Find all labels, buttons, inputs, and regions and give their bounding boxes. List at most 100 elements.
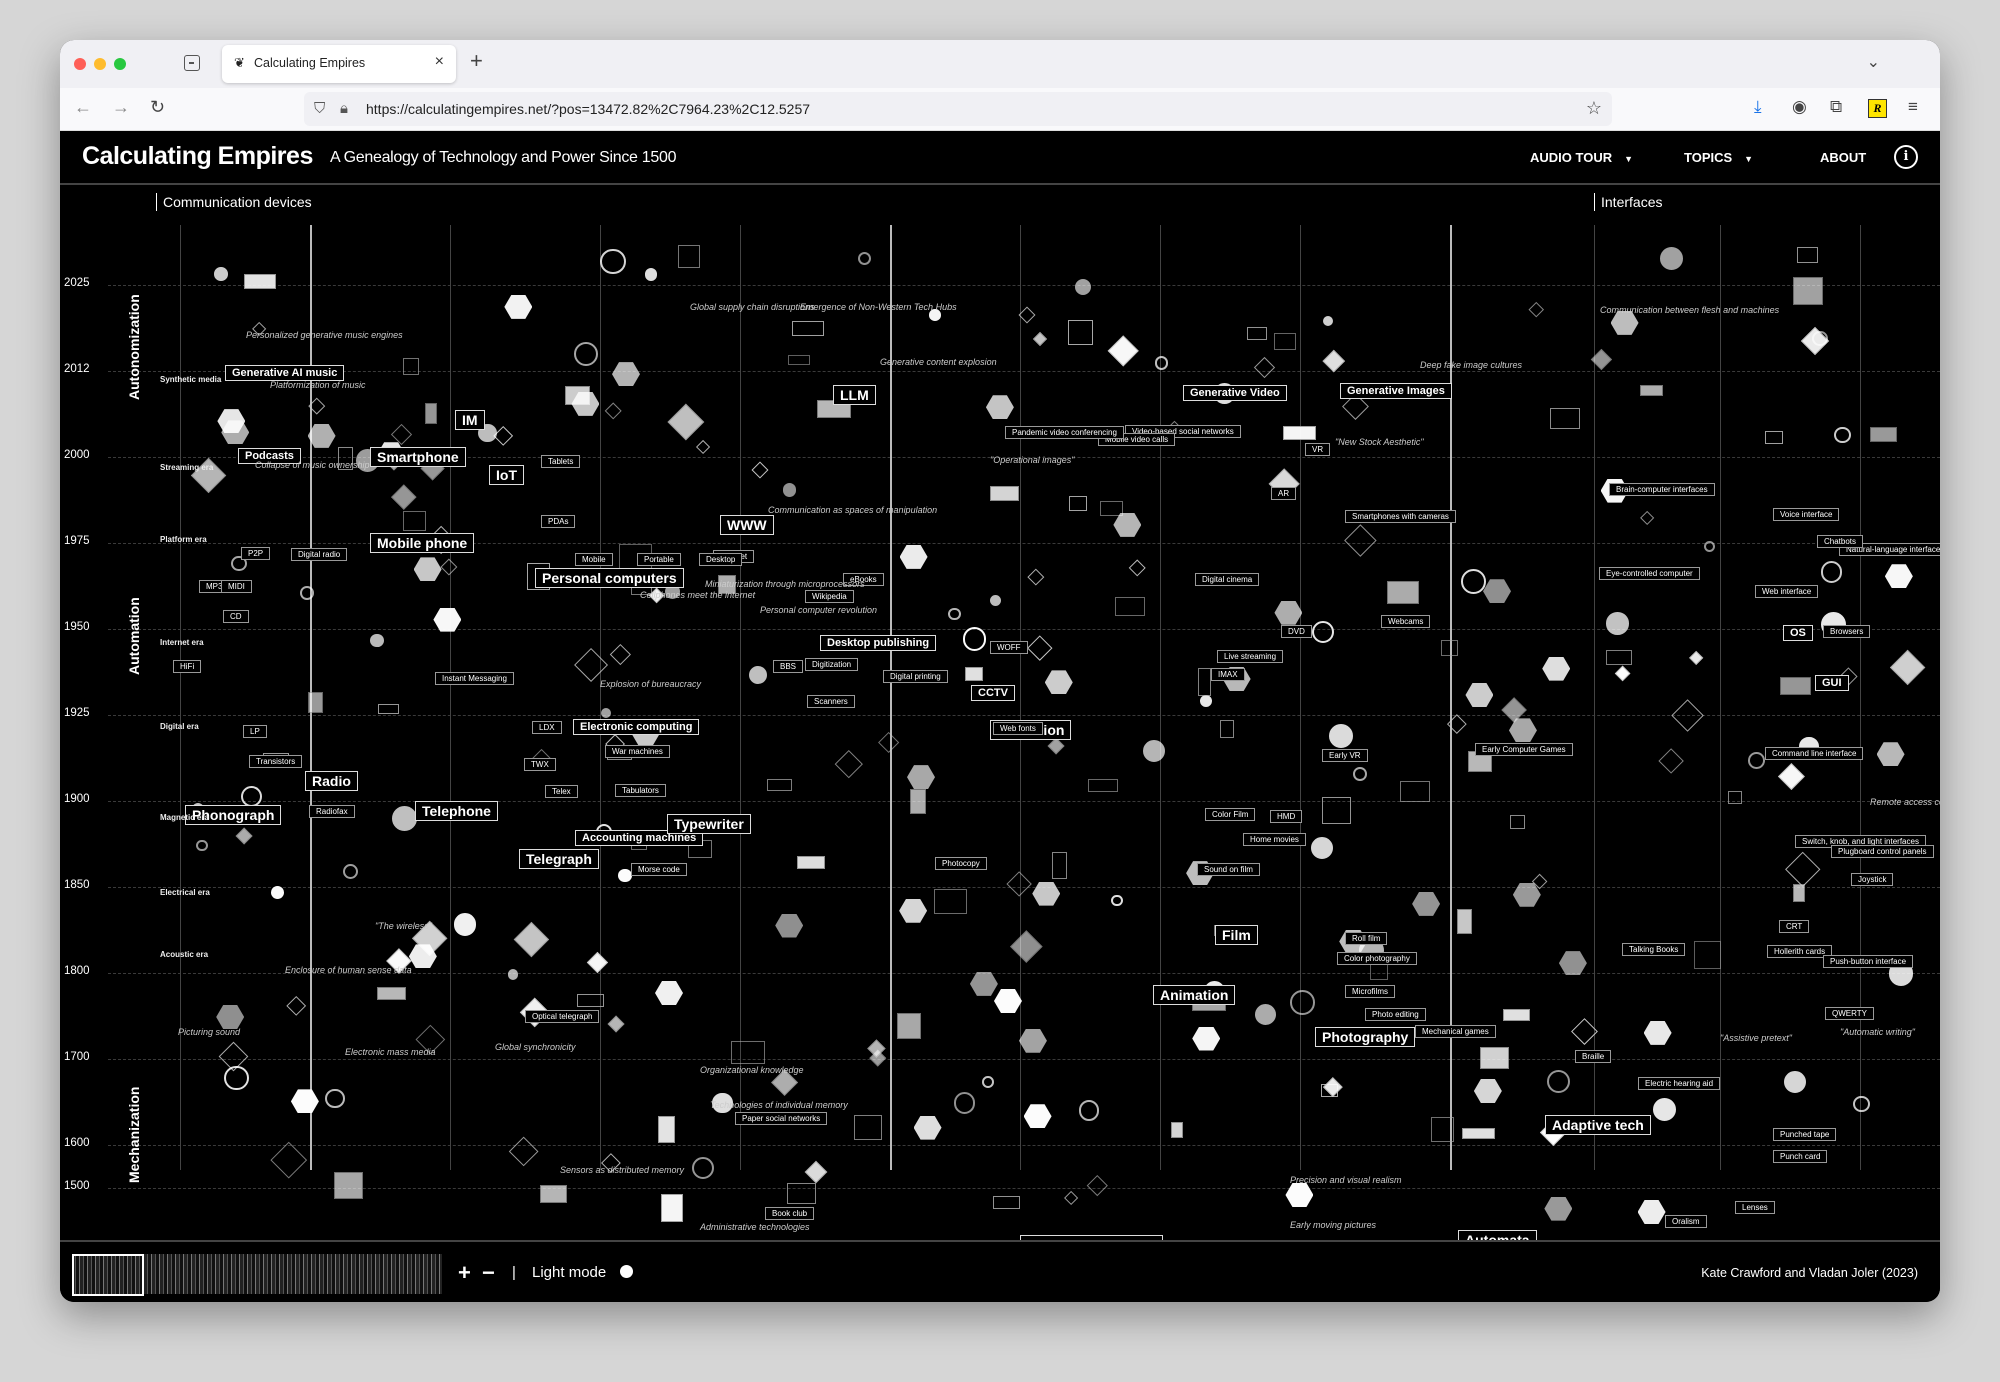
map-node-braille[interactable]: Braille <box>1575 1050 1612 1063</box>
map-node-war-machines[interactable]: War machines <box>605 745 670 758</box>
map-node-push-button-interface[interactable]: Push-button interface <box>1823 955 1914 968</box>
menu-topics[interactable]: TOPICS ▼ <box>1684 150 1753 165</box>
reload-icon[interactable]: ↻ <box>150 97 165 118</box>
map-node-generative-images[interactable]: Generative Images <box>1340 383 1452 399</box>
map-node-generative-ai-music[interactable]: Generative AI music <box>225 365 345 381</box>
map-node-pandemic-video-conferencing[interactable]: Pandemic video conferencing <box>1005 426 1124 439</box>
map-node-desktop-publishing[interactable]: Desktop publishing <box>820 635 937 651</box>
era-mechanization[interactable]: Mechanization <box>126 1087 142 1183</box>
map-node-telegraph[interactable]: Telegraph <box>519 849 599 869</box>
map-node-book-club[interactable]: Book club <box>765 1207 815 1220</box>
section-communication-devices[interactable]: Communication devices <box>156 193 312 211</box>
map-node-wikipedia[interactable]: Wikipedia <box>805 590 854 603</box>
minimap-viewport[interactable] <box>72 1254 144 1296</box>
map-node-digital-radio[interactable]: Digital radio <box>291 548 348 561</box>
map-node-gui[interactable]: GUI <box>1815 675 1849 691</box>
map-node-ldx[interactable]: LDX <box>532 721 562 734</box>
site-title[interactable]: Calculating Empires <box>82 142 313 171</box>
close-tab-icon[interactable]: × <box>435 53 444 71</box>
map-node-electronic-computing[interactable]: Electronic computing <box>573 719 700 735</box>
map-node-smartphones-with-cameras[interactable]: Smartphones with cameras <box>1345 510 1456 523</box>
map-node-digitization[interactable]: Digitization <box>805 658 859 671</box>
menu-about[interactable]: ABOUT <box>1820 150 1866 165</box>
map-node-smartphone[interactable]: Smartphone <box>370 447 466 467</box>
map-node-home-movies[interactable]: Home movies <box>1243 833 1306 846</box>
map-node-live-streaming[interactable]: Live streaming <box>1217 650 1284 663</box>
map-node-telex[interactable]: Telex <box>545 785 578 798</box>
shield-icon[interactable]: ⛉ <box>314 100 325 117</box>
genealogy-map-canvas[interactable]: Communication devices Interfaces 2025 201… <box>60 185 1940 1240</box>
map-node-personal-computers[interactable]: Personal computers <box>535 568 684 588</box>
map-node-sound-on-film[interactable]: Sound on film <box>1197 863 1260 876</box>
map-node-oralism[interactable]: Oralism <box>1665 1215 1707 1228</box>
light-mode-toggle[interactable] <box>620 1265 633 1278</box>
map-node-vr[interactable]: VR <box>1305 443 1331 456</box>
map-node-transistors[interactable]: Transistors <box>249 755 303 768</box>
map-node-early-computer-games[interactable]: Early Computer Games <box>1475 743 1573 756</box>
bookmark-star-icon[interactable]: ☆ <box>1586 98 1602 119</box>
era-automation[interactable]: Automation <box>126 597 142 675</box>
map-node-command-line-interface[interactable]: Command line interface <box>1765 747 1864 760</box>
map-node-electric-hearing-aid[interactable]: Electric hearing aid <box>1638 1077 1721 1090</box>
map-node-tabulators[interactable]: Tabulators <box>615 784 666 797</box>
map-node-film[interactable]: Film <box>1215 925 1258 945</box>
menu-audio-tour[interactable]: AUDIO TOUR ▼ <box>1530 150 1633 165</box>
map-node-p2p[interactable]: P2P <box>241 547 271 560</box>
map-node-hmd[interactable]: HMD <box>1270 810 1303 823</box>
era-autonomization[interactable]: Autonomization <box>126 294 142 400</box>
map-node-lp[interactable]: LP <box>243 725 267 738</box>
hamburger-menu-icon[interactable]: ≡ <box>1908 97 1918 117</box>
map-node-plugboard-control-panels[interactable]: Plugboard control panels <box>1831 845 1934 858</box>
map-node-im[interactable]: IM <box>455 410 485 430</box>
map-node-color-film[interactable]: Color Film <box>1205 808 1256 821</box>
extensions-puzzle-icon[interactable]: ⧉ <box>1830 97 1842 117</box>
map-node-www[interactable]: WWW <box>720 515 774 535</box>
map-node-llm[interactable]: LLM <box>833 385 876 405</box>
map-node-portable[interactable]: Portable <box>637 553 681 566</box>
lock-icon[interactable]: 🔒︎ <box>340 100 348 117</box>
map-node-twx[interactable]: TWX <box>524 758 556 771</box>
map-node-desktop[interactable]: Desktop <box>699 553 743 566</box>
map-node-roll-film[interactable]: Roll film <box>1345 932 1388 945</box>
tab-overview-icon[interactable] <box>184 55 200 71</box>
map-node-imax[interactable]: IMAX <box>1211 668 1245 681</box>
maximize-window-button[interactable] <box>114 58 126 70</box>
map-node-webcams[interactable]: Webcams <box>1381 615 1431 628</box>
map-node-paper-social-networks[interactable]: Paper social networks <box>735 1112 828 1125</box>
map-node-photocopy[interactable]: Photocopy <box>935 857 987 870</box>
map-node-ar[interactable]: AR <box>1271 487 1297 500</box>
map-node-punch-card[interactable]: Punch card <box>1773 1150 1828 1163</box>
map-node-punched-tape[interactable]: Punched tape <box>1773 1128 1837 1141</box>
map-node-browsers[interactable]: Browsers <box>1823 625 1871 638</box>
map-node-photo-editing[interactable]: Photo editing <box>1365 1008 1426 1021</box>
map-node-joystick[interactable]: Joystick <box>1851 873 1894 886</box>
map-node-bbs[interactable]: BBS <box>773 660 804 673</box>
map-node-automata[interactable]: Automata <box>1458 1230 1537 1240</box>
map-node-cd[interactable]: CD <box>223 610 249 623</box>
map-node-lenses[interactable]: Lenses <box>1735 1201 1775 1214</box>
tab-calculating-empires[interactable]: ❦ Calculating Empires × <box>222 45 456 83</box>
download-icon[interactable]: ⤓ <box>1754 97 1762 117</box>
zoom-out-button[interactable]: − <box>482 1260 495 1286</box>
map-node-chatbots[interactable]: Chatbots <box>1817 535 1864 548</box>
map-node-color-photography[interactable]: Color photography <box>1337 952 1417 965</box>
map-node-adaptive-tech[interactable]: Adaptive tech <box>1545 1115 1651 1135</box>
map-node-mobile-phone[interactable]: Mobile phone <box>370 533 475 553</box>
map-node-telephone[interactable]: Telephone <box>415 801 498 821</box>
map-node-talking-books[interactable]: Talking Books <box>1622 943 1686 956</box>
map-node-web-fonts[interactable]: Web fonts <box>993 722 1043 735</box>
map-node-cctv[interactable]: CCTV <box>971 685 1015 701</box>
minimize-window-button[interactable] <box>94 58 106 70</box>
map-node-tablets[interactable]: Tablets <box>541 455 581 468</box>
map-node-pdas[interactable]: PDAs <box>541 515 576 528</box>
map-node-microfilms[interactable]: Microfilms <box>1345 985 1395 998</box>
map-node-mobile[interactable]: Mobile <box>575 553 613 566</box>
map-node-brain-computer-interfaces[interactable]: Brain-computer interfaces <box>1609 483 1715 496</box>
map-node-iot[interactable]: IoT <box>489 465 524 485</box>
map-node-digital-printing[interactable]: Digital printing <box>883 670 948 683</box>
map-node-voice-interface[interactable]: Voice interface <box>1773 508 1840 521</box>
back-arrow-icon[interactable]: ← <box>74 97 92 118</box>
map-node-animation[interactable]: Animation <box>1153 985 1236 1005</box>
map-node-instant-messaging[interactable]: Instant Messaging <box>435 672 514 685</box>
map-node-eye-controlled-computer[interactable]: Eye-controlled computer <box>1599 567 1700 580</box>
